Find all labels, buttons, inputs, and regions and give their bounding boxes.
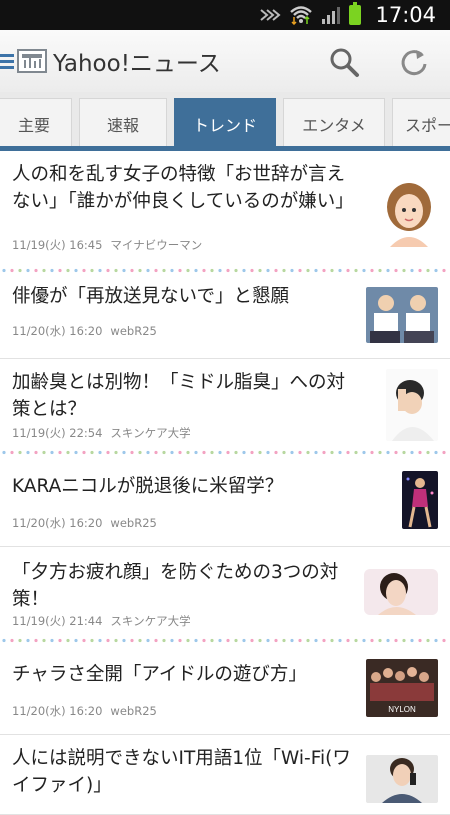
article-title: 「夕方お疲れ顔」を防ぐための3つの対策！ — [12, 562, 339, 610]
article-date: 11/20(水) 16:20 — [12, 324, 103, 338]
article-meta: 11/20(水) 16:20 webR25 — [12, 703, 157, 719]
article-date: 11/19(火) 16:45 — [12, 238, 103, 252]
article-thumbnail — [402, 471, 438, 529]
article-meta: 11/19(火) 21:44 スキンケア大学 — [12, 613, 191, 629]
article-title: 人の和を乱す女子の特徴「お世辞が言えない」「誰かが仲良くしているのが嫌い」 — [12, 164, 354, 212]
status-time: 17:04 — [375, 3, 436, 27]
article-title: チャラさ全開「アイドルの遊び方」 — [12, 664, 307, 685]
article-source: webR25 — [110, 704, 157, 718]
article-list: 人の和を乱す女子の特徴「お世辞が言えない」「誰かが仲良くしているのが嫌い」 11… — [0, 151, 450, 815]
article-source: マイナビウーマン — [110, 238, 203, 252]
article-date: 11/20(水) 16:20 — [12, 704, 103, 718]
tab-trend[interactable]: トレンド — [174, 98, 276, 148]
article-source: スキンケア大学 — [110, 426, 191, 440]
article-title: KARAニコルが脱退後に米留学？ — [12, 476, 284, 497]
list-item[interactable]: 俳優が「再放送見ないで」と懇願 11/20(水) 16:20 webR25 — [0, 273, 450, 359]
article-source: webR25 — [110, 324, 157, 338]
signal-strength-icon — [322, 7, 341, 24]
tab-bar: 主要 速報 トレンド エンタメ スポー — [0, 92, 450, 148]
article-meta: 11/20(水) 16:20 webR25 — [12, 323, 157, 339]
article-meta: 11/19(火) 22:54 スキンケア大学 — [12, 425, 191, 441]
article-title: 加齢臭とは別物！「ミドル脂臭」への対策とは？ — [12, 372, 346, 420]
app-header: Yahoo!ニュース — [0, 30, 450, 92]
article-title: 人には説明できないIT用語1位「Wi-Fi(ワイファイ)」 — [12, 748, 351, 796]
list-item[interactable]: 「夕方お疲れ顔」を防ぐための3つの対策！ 11/19(火) 21:44 スキンケア… — [0, 547, 450, 643]
list-item[interactable]: 加齢臭とは別物！「ミドル脂臭」への対策とは？ 11/19(火) 22:54 スキン… — [0, 359, 450, 455]
battery-icon — [349, 2, 362, 25]
app-title[interactable]: Yahoo!ニュース — [53, 44, 221, 78]
list-item[interactable]: KARAニコルが脱退後に米留学？ 11/20(水) 16:20 webR25 — [0, 455, 450, 547]
list-item[interactable]: チャラさ全開「アイドルの遊び方」 11/20(水) 16:20 webR25 NY… — [0, 643, 450, 735]
article-source: スキンケア大学 — [110, 614, 191, 628]
article-meta: 11/20(水) 16:20 webR25 — [12, 515, 157, 531]
article-meta: 11/19(火) 16:45 マイナビウーマン — [12, 237, 202, 253]
tab-entertainment[interactable]: エンタメ — [283, 98, 385, 148]
menu-icon[interactable] — [0, 53, 14, 69]
search-icon[interactable] — [328, 46, 360, 78]
article-thumbnail — [386, 369, 438, 441]
article-title: 俳優が「再放送見ないで」と懇願 — [12, 286, 289, 307]
thumbnail-caption: NYLON — [388, 705, 416, 714]
article-thumbnail — [364, 569, 438, 615]
no-signal-icon — [260, 9, 282, 21]
article-thumbnail — [380, 177, 438, 247]
tab-sports[interactable]: スポー — [392, 98, 450, 148]
news-app-icon[interactable] — [17, 49, 47, 73]
article-thumbnail — [366, 755, 438, 803]
tab-main[interactable]: 主要 — [0, 98, 72, 148]
article-date: 11/20(水) 16:20 — [12, 516, 103, 530]
list-item[interactable]: 人には説明できないIT用語1位「Wi-Fi(ワイファイ)」 — [0, 735, 450, 815]
status-bar: 17:04 — [0, 0, 450, 30]
list-item[interactable]: 人の和を乱す女子の特徴「お世辞が言えない」「誰かが仲良くしているのが嫌い」 11… — [0, 151, 450, 273]
article-source: webR25 — [110, 516, 157, 530]
tab-breaking[interactable]: 速報 — [79, 98, 167, 148]
article-date: 11/19(火) 22:54 — [12, 426, 103, 440]
wifi-icon — [290, 6, 313, 25]
article-thumbnail — [366, 287, 438, 343]
article-thumbnail: NYLON — [366, 659, 438, 717]
article-date: 11/19(火) 21:44 — [12, 614, 103, 628]
refresh-icon[interactable] — [398, 46, 430, 78]
